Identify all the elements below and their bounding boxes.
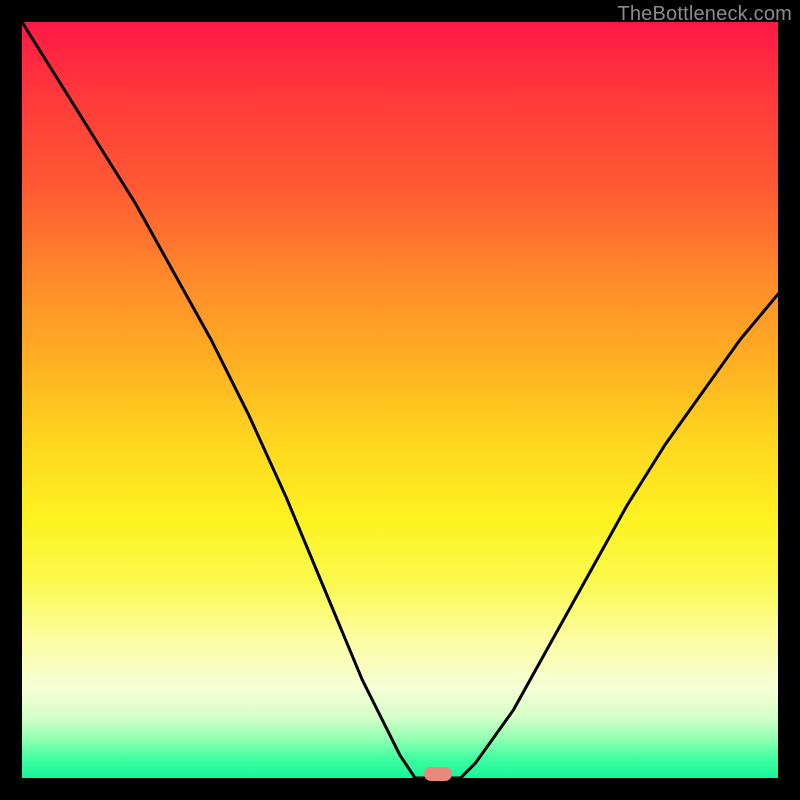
optimal-point-marker — [424, 767, 452, 781]
bottleneck-curve — [22, 22, 778, 778]
chart-frame: TheBottleneck.com — [0, 0, 800, 800]
watermark-text: TheBottleneck.com — [617, 3, 792, 26]
plot-area — [22, 22, 778, 778]
